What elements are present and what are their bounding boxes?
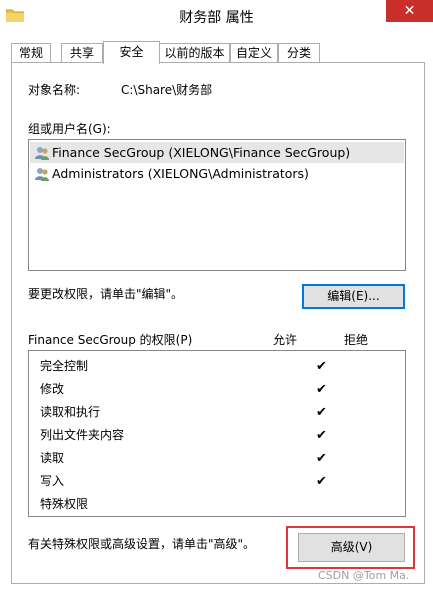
object-name-value: C:\Share\财务部 xyxy=(121,83,213,97)
permission-name: 列出文件夹内容 xyxy=(40,428,125,442)
permission-row: 修改 ✔ xyxy=(40,378,380,401)
advanced-hint: 有关特殊权限或高级设置，请单击"高级"。 xyxy=(28,537,256,551)
permission-name: 读取 xyxy=(40,451,65,465)
tab-previous-versions[interactable]: 以前的版本 xyxy=(159,43,230,62)
allow-check-icon: ✔ xyxy=(316,428,327,443)
permission-name: 写入 xyxy=(40,474,65,488)
group-name: Finance SecGroup (XIELONG\Finance SecGro… xyxy=(52,145,351,160)
object-name-label: 对象名称: xyxy=(28,83,81,97)
allow-check-icon: ✔ xyxy=(316,382,327,397)
groups-label: 组或用户名(G): xyxy=(28,122,111,136)
permission-name: 读取和执行 xyxy=(40,405,101,419)
close-button[interactable]: ✕ xyxy=(386,0,433,22)
group-icon xyxy=(35,147,49,160)
list-item-finance-secgroup[interactable]: Finance SecGroup (XIELONG\Finance SecGro… xyxy=(30,142,404,163)
permission-row: 读取 ✔ xyxy=(40,447,380,470)
permission-name: 修改 xyxy=(40,382,65,396)
allow-column-header: 允许 xyxy=(273,333,298,347)
permission-row: 列出文件夹内容 ✔ xyxy=(40,424,380,447)
allow-check-icon: ✔ xyxy=(316,474,327,489)
list-item-administrators[interactable]: Administrators (XIELONG\Administrators) xyxy=(30,163,404,184)
allow-check-icon: ✔ xyxy=(316,451,327,466)
groups-list[interactable]: Finance SecGroup (XIELONG\Finance SecGro… xyxy=(28,139,406,271)
permissions-header: Finance SecGroup 的权限(P) xyxy=(28,333,193,347)
permission-name: 完全控制 xyxy=(40,359,89,373)
title-bar: 财务部 属性 ✕ xyxy=(0,0,433,33)
allow-check-icon: ✔ xyxy=(316,405,327,420)
watermark: CSDN @Tom Ma. xyxy=(318,569,410,582)
tab-security[interactable]: 安全 xyxy=(103,41,160,64)
permissions-list: 完全控制 ✔ 修改 ✔ 读取和执行 ✔ 列出文件夹内容 ✔ 读取 ✔ 写入 ✔ … xyxy=(28,350,406,517)
tab-sharing[interactable]: 共享 xyxy=(61,43,103,62)
tab-general[interactable]: 常规 xyxy=(11,43,51,62)
edit-button[interactable]: 编辑(E)... xyxy=(302,284,405,309)
advanced-button[interactable]: 高级(V) xyxy=(298,533,405,562)
deny-column-header: 拒绝 xyxy=(344,333,369,347)
permission-name: 特殊权限 xyxy=(40,497,89,511)
change-permissions-hint: 要更改权限，请单击"编辑"。 xyxy=(28,287,184,301)
group-icon xyxy=(35,168,49,181)
tab-customize[interactable]: 自定义 xyxy=(230,43,278,62)
permission-row: 写入 ✔ xyxy=(40,470,380,493)
permission-row: 读取和执行 ✔ xyxy=(40,401,380,424)
permission-row: 特殊权限 xyxy=(40,493,380,516)
tab-classification[interactable]: 分类 xyxy=(278,43,320,62)
group-name: Administrators (XIELONG\Administrators) xyxy=(52,166,309,181)
allow-check-icon: ✔ xyxy=(316,359,327,374)
permission-row: 完全控制 ✔ xyxy=(40,355,380,378)
window-title: 财务部 属性 xyxy=(179,10,254,26)
